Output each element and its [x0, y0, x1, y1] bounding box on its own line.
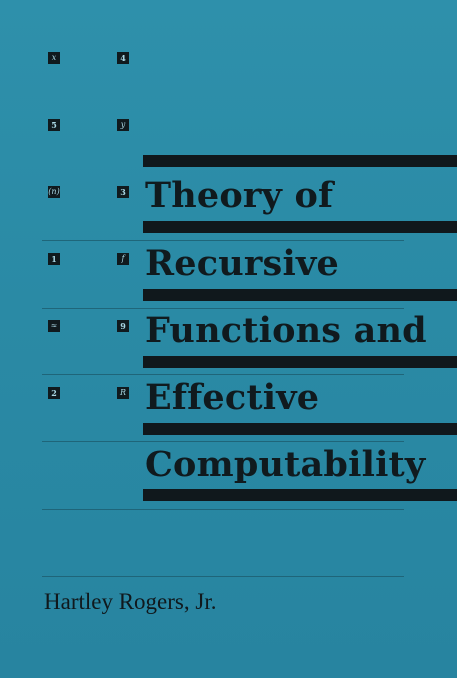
rule-line — [42, 441, 404, 442]
symbol-square: R — [117, 387, 129, 399]
author-name: Hartley Rogers, Jr. — [44, 589, 217, 614]
rule-line — [42, 509, 404, 510]
symbol-square: 4 — [117, 52, 129, 64]
symbol-label: y — [120, 120, 126, 129]
title-bar — [143, 423, 457, 435]
title-line-4: Effective — [145, 377, 320, 418]
symbol-square: 3 — [117, 186, 129, 198]
symbol-label: 2 — [51, 388, 57, 398]
symbol-square: (n) — [48, 186, 60, 198]
symbol-label: R — [119, 388, 127, 397]
title-bar — [143, 289, 457, 301]
symbol-square: f — [117, 253, 129, 265]
title-bar — [143, 221, 457, 233]
title-line-5: Computability — [145, 444, 426, 485]
title-bar — [143, 155, 457, 167]
symbol-label: (n) — [48, 187, 60, 196]
title-line-2: Recursive — [145, 243, 339, 284]
title-line-1: Theory of — [145, 175, 334, 216]
rule-line — [42, 576, 404, 577]
title-bar — [143, 356, 457, 368]
rule-line — [42, 374, 404, 375]
symbol-label: f — [121, 254, 125, 263]
symbol-square: 1 — [48, 253, 60, 265]
title-line-3: Functions and — [145, 310, 427, 351]
symbol-label: 9 — [120, 321, 126, 331]
symbol-label: 5 — [51, 120, 57, 130]
book-cover: x 5 (n) 1 ≈ 2 4 y 3 f 9 R Theory of Recu… — [0, 0, 457, 678]
symbol-label: 4 — [120, 53, 126, 63]
symbol-square: x — [48, 52, 60, 64]
symbol-label: x — [51, 53, 57, 62]
symbol-square: 2 — [48, 387, 60, 399]
title-bar — [143, 489, 457, 501]
symbol-square: 5 — [48, 119, 60, 131]
rule-line — [42, 308, 404, 309]
symbol-label: ≈ — [50, 321, 58, 330]
rule-line — [42, 240, 404, 241]
symbol-label: 3 — [120, 187, 126, 197]
symbol-label: 1 — [51, 254, 57, 264]
symbol-square: ≈ — [48, 320, 60, 332]
symbol-square: 9 — [117, 320, 129, 332]
symbol-square: y — [117, 119, 129, 131]
